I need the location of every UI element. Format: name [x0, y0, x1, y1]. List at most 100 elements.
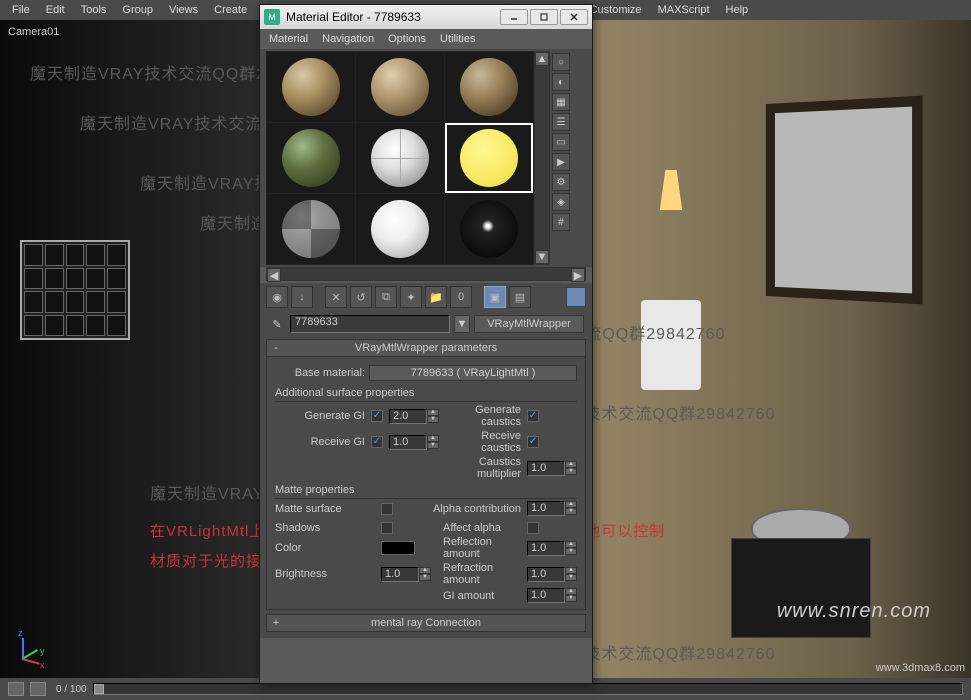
reset-map-icon[interactable]: ↺: [350, 286, 372, 308]
minimize-button[interactable]: [500, 9, 528, 25]
material-name-input[interactable]: 7789633: [290, 315, 450, 333]
titlebar[interactable]: M Material Editor - 7789633: [260, 5, 592, 29]
options-icon[interactable]: ⚙: [552, 173, 570, 191]
video-check-icon[interactable]: ▭: [552, 133, 570, 151]
base-material-button[interactable]: 7789633 ( VRayLightMtl ): [369, 365, 577, 381]
maximize-button[interactable]: [530, 9, 558, 25]
affect-alpha-label: Affect alpha: [443, 522, 521, 534]
collapse-icon[interactable]: -: [267, 342, 285, 354]
menu-navigation[interactable]: Navigation: [315, 31, 381, 47]
show-in-viewport-icon[interactable]: ▣: [484, 286, 506, 308]
expand-icon[interactable]: +: [267, 617, 285, 629]
sample-slot[interactable]: [267, 123, 355, 193]
sample-scrollbar-h[interactable]: ◀ ▶: [266, 267, 586, 281]
sample-uv-icon[interactable]: ☰: [552, 113, 570, 131]
sample-type-icon[interactable]: ○: [552, 53, 570, 71]
generate-gi-spinner[interactable]: 2.0▲▼: [389, 409, 439, 424]
sample-slot[interactable]: [356, 123, 444, 193]
generate-gi-checkbox[interactable]: ✓: [371, 410, 383, 422]
color-swatch[interactable]: [381, 541, 415, 555]
name-dropdown-icon[interactable]: ▼: [454, 315, 470, 333]
assign-to-selection-icon[interactable]: ✕: [325, 286, 347, 308]
put-to-scene-icon[interactable]: ↓: [291, 286, 313, 308]
menu-group[interactable]: Group: [114, 2, 161, 18]
select-by-mat-icon[interactable]: ◈: [552, 193, 570, 211]
make-preview-icon[interactable]: ▶: [552, 153, 570, 171]
menu-views[interactable]: Views: [161, 2, 206, 18]
alpha-contribution-label: Alpha contribution: [433, 503, 521, 515]
menu-create[interactable]: Create: [206, 2, 255, 18]
show-end-result-icon[interactable]: ▤: [509, 286, 531, 308]
menu-maxscript[interactable]: MAXScript: [650, 2, 718, 18]
menu-help[interactable]: Help: [718, 2, 757, 18]
menu-utilities[interactable]: Utilities: [433, 31, 482, 47]
matte-surface-label: Matte surface: [275, 503, 375, 515]
gi-amount-spinner[interactable]: 1.0▲▼: [527, 588, 577, 603]
menu-material[interactable]: Material: [262, 31, 315, 47]
frame-counter: 0 / 100: [56, 684, 87, 695]
caustics-multiplier-spinner[interactable]: 1.0▲▼: [527, 461, 577, 476]
material-editor-menubar[interactable]: Material Navigation Options Utilities: [260, 29, 592, 49]
base-material-label: Base material:: [275, 367, 365, 379]
receive-caustics-label: Receive caustics: [445, 430, 521, 454]
receive-gi-spinner[interactable]: 1.0▲▼: [389, 435, 439, 450]
get-material-icon[interactable]: ◉: [266, 286, 288, 308]
alpha-contribution-spinner[interactable]: 1.0▲▼: [527, 501, 577, 516]
affect-alpha-checkbox[interactable]: [527, 522, 539, 534]
sample-slot[interactable]: [267, 52, 355, 122]
brightness-label: Brightness: [275, 568, 375, 580]
shadows-label: Shadows: [275, 522, 375, 534]
material-name-row: ✎ 7789633 ▼ VRayMtlWrapper: [260, 311, 592, 337]
matte-surface-checkbox[interactable]: [381, 503, 393, 515]
sample-slot[interactable]: [356, 52, 444, 122]
sample-side-toolbar: ○ ◐ ▦ ☰ ▭ ▶ ⚙ ◈ #: [550, 51, 572, 265]
scroll-left-icon[interactable]: ◀: [267, 268, 281, 282]
sample-slot[interactable]: [445, 194, 533, 264]
sample-slot[interactable]: [356, 194, 444, 264]
menu-options[interactable]: Options: [381, 31, 433, 47]
rollout-header[interactable]: + mental ray Connection: [266, 614, 586, 632]
brightness-spinner[interactable]: 1.0▲▼: [381, 567, 431, 582]
background-icon[interactable]: ▦: [552, 93, 570, 111]
matid-icon[interactable]: #: [552, 213, 570, 231]
generate-caustics-checkbox[interactable]: ✓: [527, 410, 539, 422]
matid-channel-icon[interactable]: 0: [450, 286, 472, 308]
rollouts-area: - VRayMtlWrapper parameters Base materia…: [260, 337, 592, 638]
material-type-button[interactable]: VRayMtlWrapper: [474, 315, 584, 333]
shadows-checkbox[interactable]: [381, 522, 393, 534]
app-icon: M: [264, 9, 280, 25]
eyedropper-icon[interactable]: ✎: [268, 315, 286, 333]
timeline-prev-icon[interactable]: [8, 682, 24, 696]
scene-towel: [641, 300, 701, 390]
gi-amount-label: GI amount: [443, 590, 521, 602]
menu-tools[interactable]: Tools: [73, 2, 115, 18]
sample-slots-area: ▲ ▼ ○ ◐ ▦ ☰ ▭ ▶ ⚙ ◈ #: [260, 49, 592, 267]
sample-slot[interactable]: [267, 194, 355, 264]
receive-gi-label: Receive GI: [275, 436, 365, 448]
go-to-parent-icon[interactable]: [566, 287, 586, 307]
sample-slot[interactable]: [445, 52, 533, 122]
timeline-track[interactable]: [93, 683, 963, 695]
receive-gi-checkbox[interactable]: ✓: [371, 436, 383, 448]
close-button[interactable]: [560, 9, 588, 25]
receive-caustics-checkbox[interactable]: ✓: [527, 436, 539, 448]
scroll-right-icon[interactable]: ▶: [571, 268, 585, 282]
refraction-amount-label: Refraction amount: [443, 562, 521, 586]
material-editor-window[interactable]: M Material Editor - 7789633 Material Nav…: [259, 4, 593, 684]
scroll-down-icon[interactable]: ▼: [535, 250, 549, 264]
reflection-amount-spinner[interactable]: 1.0▲▼: [527, 541, 577, 556]
backlight-icon[interactable]: ◐: [552, 73, 570, 91]
sample-scrollbar-v[interactable]: ▲ ▼: [534, 51, 550, 265]
menu-file[interactable]: File: [4, 2, 38, 18]
rollout-header[interactable]: - VRayMtlWrapper parameters: [266, 339, 586, 357]
make-unique-icon[interactable]: ✦: [400, 286, 422, 308]
generate-caustics-label: Generate caustics: [445, 404, 521, 428]
menu-edit[interactable]: Edit: [38, 2, 73, 18]
scroll-up-icon[interactable]: ▲: [535, 52, 549, 66]
timeline-next-icon[interactable]: [30, 682, 46, 696]
put-library-icon[interactable]: 📁: [425, 286, 447, 308]
make-copy-icon[interactable]: ⧉: [375, 286, 397, 308]
sample-slot-selected[interactable]: [445, 123, 533, 193]
refraction-amount-spinner[interactable]: 1.0▲▼: [527, 567, 577, 582]
window-title: Material Editor - 7789633: [286, 10, 498, 24]
